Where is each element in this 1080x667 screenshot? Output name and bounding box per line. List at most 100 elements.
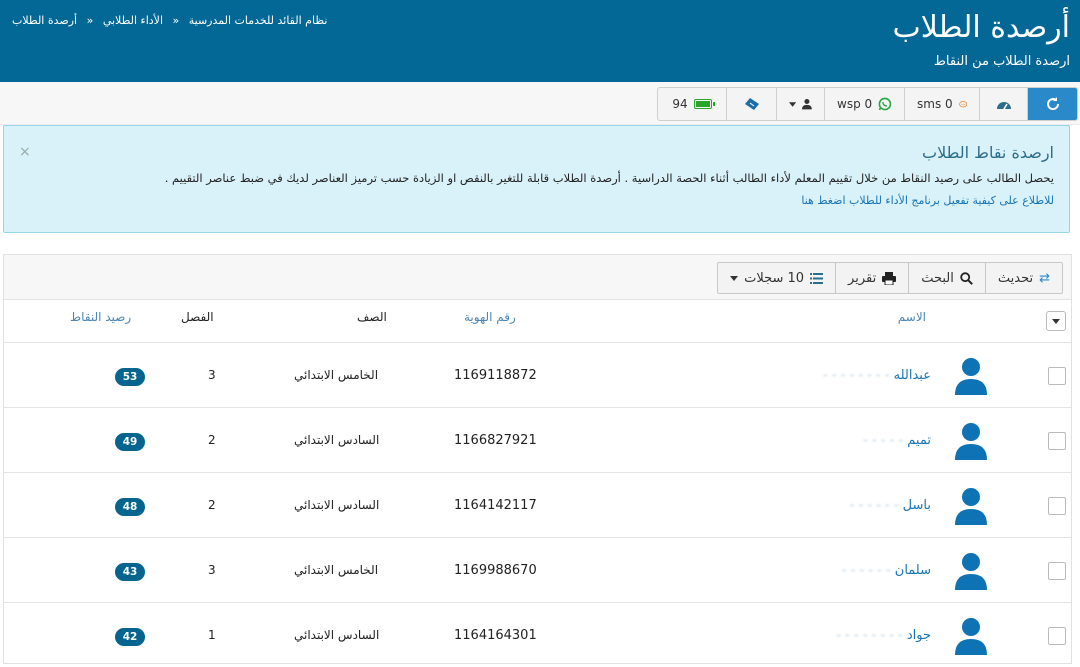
redacted-name-part: ‐ ‐ ‐ ‐ ‐	[863, 433, 904, 448]
student-id: 1169988670	[454, 563, 537, 578]
user-icon	[802, 98, 812, 110]
column-header-id[interactable]: رقم الهوية	[464, 310, 516, 324]
ticket-button[interactable]	[726, 88, 776, 120]
student-name-link[interactable]: عبدالله ‐ ‐ ‐ ‐ ‐ ‐ ‐ ‐	[823, 368, 931, 383]
dashboard-icon	[996, 102, 1011, 110]
table-row: باسل ‐ ‐ ‐ ‐ ‐ ‐ 1164142117 السادس الابت…	[4, 472, 1071, 537]
redacted-name-part: ‐ ‐ ‐ ‐ ‐ ‐	[841, 563, 891, 578]
table-row: سلمان ‐ ‐ ‐ ‐ ‐ ‐ 1169988670 الخامس الاب…	[4, 537, 1071, 602]
student-name-link[interactable]: باسل ‐ ‐ ‐ ‐ ‐ ‐	[850, 498, 931, 513]
column-header-section: الفصل	[181, 310, 214, 324]
student-name: تميم	[907, 433, 931, 448]
row-checkbox[interactable]	[1048, 562, 1066, 580]
column-header-grade: الصف	[357, 310, 387, 324]
row-checkbox[interactable]	[1048, 627, 1066, 645]
students-table-panel: ⇄ تحديث البحث تقرير 10 سجلات الاسم رقم ا…	[3, 254, 1072, 664]
search-icon	[960, 271, 973, 285]
close-icon[interactable]: ×	[19, 144, 31, 160]
student-name: عبدالله	[893, 368, 931, 383]
table-row: تميم ‐ ‐ ‐ ‐ ‐ 1166827921 السادس الابتدا…	[4, 407, 1071, 472]
battery-value: 94	[672, 97, 688, 111]
select-all-dropdown[interactable]	[1046, 311, 1066, 331]
print-icon	[882, 271, 897, 285]
user-menu-button[interactable]	[776, 88, 824, 120]
table-row: جواد ‐ ‐ ‐ ‐ ‐ ‐ ‐ ‐ 1164164301 السادس ا…	[4, 602, 1071, 667]
dashboard-button[interactable]	[979, 88, 1027, 120]
battery-icon	[693, 99, 715, 109]
report-label: تقرير	[848, 270, 877, 286]
table-button-group: ⇄ تحديث البحث تقرير 10 سجلات	[717, 262, 1063, 294]
student-section: 2	[208, 433, 216, 447]
student-section: 2	[208, 498, 216, 512]
student-id: 1164164301	[454, 628, 537, 643]
points-badge: 48	[115, 498, 145, 516]
sms-button[interactable]: sms 0	[904, 88, 979, 120]
student-id: 1166827921	[454, 433, 537, 448]
column-header-points[interactable]: رصيد النقاط	[70, 310, 131, 324]
whatsapp-count-label: wsp 0	[837, 97, 873, 111]
redacted-name-part: ‐ ‐ ‐ ‐ ‐ ‐	[849, 498, 899, 513]
alert-text: يحصل الطالب على رصيد النقاط من خلال تقيي…	[164, 171, 1054, 185]
redacted-name-part: ‐ ‐ ‐ ‐ ‐ ‐ ‐ ‐	[836, 628, 903, 643]
refresh-button[interactable]	[1027, 88, 1077, 120]
points-badge: 49	[115, 433, 145, 451]
student-section: 3	[208, 368, 216, 382]
points-badge: 53	[115, 368, 145, 386]
table-toolbar: ⇄ تحديث البحث تقرير 10 سجلات	[4, 255, 1071, 300]
student-name: سلمان	[894, 563, 931, 578]
student-grade: السادس الابتدائي	[294, 498, 380, 512]
avatar-icon	[955, 553, 987, 590]
row-checkbox[interactable]	[1048, 432, 1066, 450]
points-badge: 42	[115, 628, 145, 646]
breadcrumb-separator: «	[86, 14, 94, 27]
breadcrumb-item-performance[interactable]: الأداء الطلابي	[103, 14, 163, 27]
column-header-name[interactable]: الاسم	[898, 310, 926, 324]
sms-count-label: sms 0	[917, 97, 953, 111]
refresh-icon: ⇄	[1039, 270, 1050, 286]
list-icon	[810, 272, 824, 284]
table-refresh-button[interactable]: ⇄ تحديث	[984, 263, 1062, 293]
whatsapp-icon	[878, 97, 892, 111]
avatar-icon	[955, 423, 987, 460]
breadcrumb-item-system[interactable]: نظام القائد للخدمات المدرسية	[189, 14, 328, 27]
avatar-icon	[955, 358, 987, 395]
row-checkbox[interactable]	[1048, 367, 1066, 385]
records-per-page-dropdown[interactable]: 10 سجلات	[718, 263, 836, 293]
refresh-icon	[1046, 97, 1059, 111]
student-id: 1164142117	[454, 498, 537, 513]
alert-title: ارصدة نقاط الطلاب	[922, 143, 1054, 162]
caret-down-icon	[789, 101, 797, 107]
student-grade: الخامس الابتدائي	[294, 563, 379, 577]
student-grade: السادس الابتدائي	[294, 433, 380, 447]
whatsapp-button[interactable]: wsp 0	[824, 88, 904, 120]
student-name-link[interactable]: سلمان ‐ ‐ ‐ ‐ ‐ ‐	[842, 563, 931, 578]
student-name-link[interactable]: تميم ‐ ‐ ‐ ‐ ‐	[863, 433, 931, 448]
records-label: 10 سجلات	[744, 270, 805, 286]
toolbar-button-group: sms 0 wsp 0 94	[657, 87, 1078, 121]
search-button[interactable]: البحث	[908, 263, 985, 293]
student-section: 1	[208, 628, 216, 642]
breadcrumb-item-current: أرصدة الطلاب	[12, 14, 78, 27]
ticket-icon	[744, 98, 759, 110]
student-name-link[interactable]: جواد ‐ ‐ ‐ ‐ ‐ ‐ ‐ ‐	[836, 628, 931, 643]
chat-icon	[958, 100, 967, 107]
student-section: 3	[208, 563, 216, 577]
student-name: باسل	[902, 498, 931, 513]
breadcrumb: نظام القائد للخدمات المدرسية « الأداء ال…	[12, 14, 327, 27]
avatar-icon	[955, 488, 987, 525]
table-row: عبدالله ‐ ‐ ‐ ‐ ‐ ‐ ‐ ‐ 1169118872 الخام…	[4, 342, 1071, 407]
caret-down-icon	[730, 275, 739, 281]
points-badge: 43	[115, 563, 145, 581]
help-link[interactable]: للاطلاع على كيفية تفعيل برنامج الأداء لل…	[801, 194, 1054, 207]
breadcrumb-separator: «	[172, 14, 180, 27]
row-checkbox[interactable]	[1048, 497, 1066, 515]
info-alert: ارصدة نقاط الطلاب يحصل الطالب على رصيد ا…	[3, 125, 1070, 233]
report-button[interactable]: تقرير	[835, 263, 909, 293]
page-subtitle: ارصدة الطلاب من النقاط	[933, 54, 1070, 69]
top-toolbar: sms 0 wsp 0 94	[0, 82, 1080, 125]
student-id: 1169118872	[454, 368, 537, 383]
avatar-icon	[955, 618, 987, 655]
page-header: أرصدة الطلاب ارصدة الطلاب من النقاط نظام…	[0, 0, 1080, 82]
search-label: البحث	[921, 270, 954, 286]
battery-status: 94	[658, 88, 726, 120]
